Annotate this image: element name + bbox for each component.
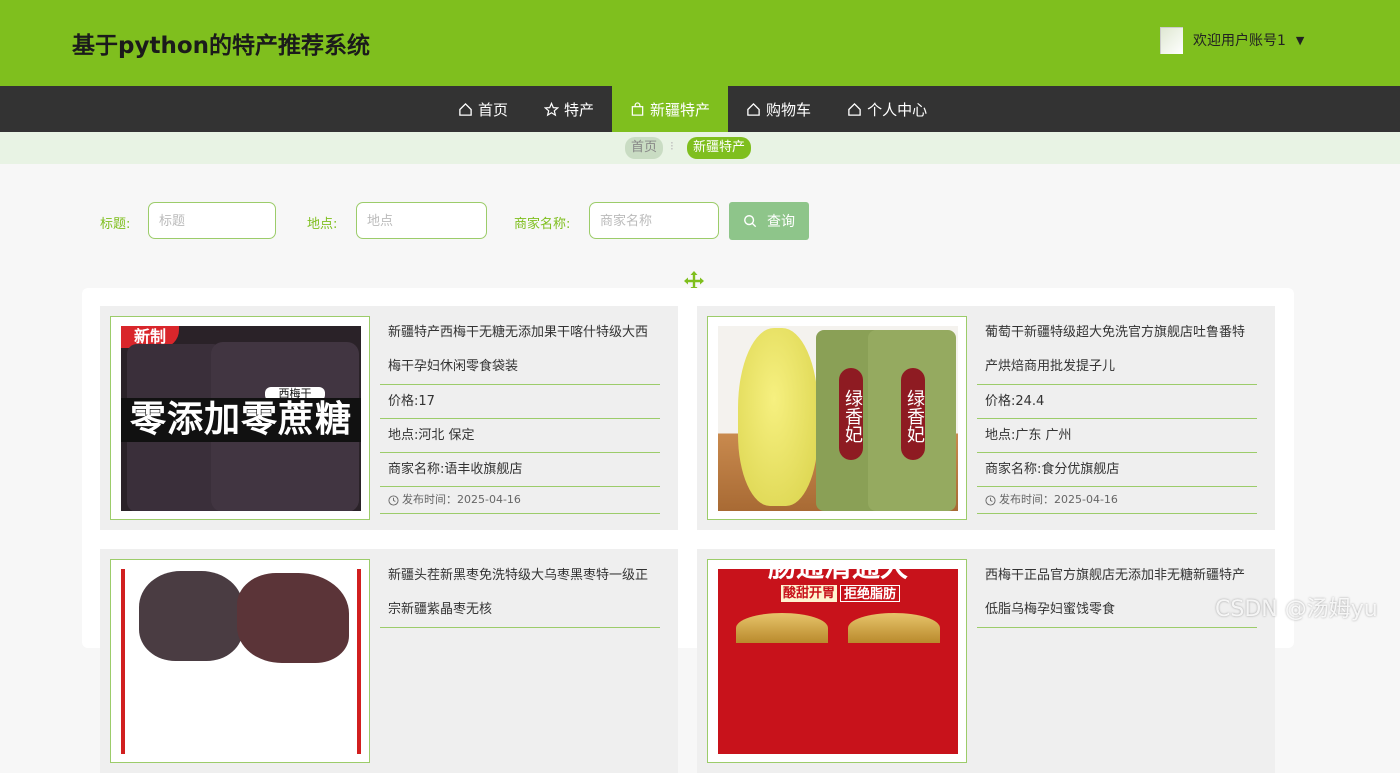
star-icon bbox=[544, 101, 560, 116]
query-label: 查询 bbox=[767, 213, 795, 229]
search-icon bbox=[744, 215, 757, 228]
home-icon bbox=[848, 102, 861, 116]
product-title[interactable]: 新疆特产西梅干无糖无添加果干喀什特级大西梅干孕妇休闲零食袋装 bbox=[380, 316, 660, 385]
product-location: 地点:广东 广州 bbox=[977, 419, 1257, 453]
breadcrumb-current: 新疆特产 bbox=[687, 137, 752, 159]
product-location: 地点:河北 保定 bbox=[380, 419, 660, 453]
product-merchant: 商家名称:食分优旗舰店 bbox=[977, 453, 1257, 487]
product-info: 新疆头茬新黑枣免洗特级大乌枣黑枣特一级正宗新疆紫晶枣无核 bbox=[380, 559, 660, 628]
watermark: CSDN @汤姆yu bbox=[1215, 597, 1378, 622]
product-slogan: 酸甜开胃 bbox=[781, 585, 837, 602]
header: 基于python的特产推荐系统 欢迎用户账号1 ▼ bbox=[0, 0, 1400, 86]
date-shape bbox=[139, 571, 243, 661]
nav-item-specialty[interactable]: 特产 bbox=[526, 86, 612, 132]
user-menu[interactable]: 欢迎用户账号1 ▼ bbox=[1160, 26, 1304, 54]
product-list: 新制 西梅干 零添加零蔗糖 新疆特产西梅干无糖无添加果干喀什特级大西梅干孕妇休闲… bbox=[82, 288, 1294, 773]
home-icon bbox=[747, 102, 760, 116]
nav-item-home[interactable]: 首页 bbox=[440, 86, 526, 132]
can-label: 绿香妃 bbox=[901, 368, 925, 460]
nav-item-label: 首页 bbox=[478, 100, 509, 119]
location-input[interactable] bbox=[356, 202, 487, 239]
nav-item-xinjiang[interactable]: 新疆特产 bbox=[612, 86, 729, 132]
product-card[interactable]: 新制 西梅干 零添加零蔗糖 新疆特产西梅干无糖无添加果干喀什特级大西梅干孕妇休闲… bbox=[100, 306, 678, 530]
product-info: 葡萄干新疆特级超大免洗官方旗舰店吐鲁番特产烘焙商用批发提子儿 价格:24.4 地… bbox=[977, 316, 1257, 514]
jar-lid-shape bbox=[848, 613, 940, 643]
query-button[interactable]: 查询 bbox=[729, 202, 809, 240]
product-price: 价格:24.4 bbox=[977, 385, 1257, 419]
nav-item-label: 个人中心 bbox=[867, 100, 928, 119]
merchant-label: 商家名称: bbox=[514, 217, 571, 232]
breadcrumb-home[interactable]: 首页 bbox=[625, 137, 664, 159]
product-image[interactable]: 肠通清通大 酸甜开胃 拒绝脂肪 bbox=[707, 559, 967, 763]
product-published: 发布时间：2025-04-16 bbox=[977, 487, 1257, 514]
raisin-shape bbox=[738, 328, 818, 506]
product-image[interactable]: 绿香妃 绿香妃 bbox=[707, 316, 967, 520]
product-info: 新疆特产西梅干无糖无添加果干喀什特级大西梅干孕妇休闲零食袋装 价格:17 地点:… bbox=[380, 316, 660, 514]
location-label: 地点: bbox=[307, 217, 338, 232]
can-label: 绿香妃 bbox=[839, 368, 863, 460]
nav-item-cart[interactable]: 购物车 bbox=[728, 86, 829, 132]
published-text: 发布时间：2025-04-16 bbox=[402, 493, 521, 506]
product-merchant: 商家名称:语丰收旗舰店 bbox=[380, 453, 660, 487]
nav-item-label: 特产 bbox=[564, 100, 595, 119]
product-image[interactable] bbox=[110, 559, 370, 763]
published-text: 发布时间：2025-04-16 bbox=[999, 493, 1118, 506]
site-title: 基于python的特产推荐系统 bbox=[72, 33, 371, 59]
product-image[interactable]: 新制 西梅干 零添加零蔗糖 bbox=[110, 316, 370, 520]
home-icon bbox=[459, 102, 472, 116]
nav-item-label: 购物车 bbox=[766, 100, 812, 119]
clock-icon bbox=[388, 494, 399, 506]
title-input[interactable] bbox=[148, 202, 276, 239]
product-published: 发布时间：2025-04-16 bbox=[380, 487, 660, 514]
title-label: 标题: bbox=[100, 217, 131, 232]
product-price: 价格:17 bbox=[380, 385, 660, 419]
welcome-text[interactable]: 欢迎用户账号1 bbox=[1193, 30, 1286, 50]
product-slogan: 拒绝脂肪 bbox=[840, 585, 900, 602]
caret-down-icon[interactable]: ▼ bbox=[1296, 34, 1304, 47]
merchant-input[interactable] bbox=[589, 202, 719, 239]
nav-item-profile[interactable]: 个人中心 bbox=[829, 86, 945, 132]
clock-icon bbox=[985, 494, 996, 506]
nav-item-label: 新疆特产 bbox=[650, 100, 711, 119]
breadcrumb-separator: ⁝ bbox=[670, 139, 674, 153]
product-title[interactable]: 新疆头茬新黑枣免洗特级大乌枣黑枣特一级正宗新疆紫晶枣无核 bbox=[380, 559, 660, 628]
product-card[interactable]: 新疆头茬新黑枣免洗特级大乌枣黑枣特一级正宗新疆紫晶枣无核 bbox=[100, 549, 678, 773]
product-card[interactable]: 绿香妃 绿香妃 葡萄干新疆特级超大免洗官方旗舰店吐鲁番特产烘焙商用批发提子儿 价… bbox=[697, 306, 1275, 530]
main-nav: 首页 特产 新疆特产 购物车 个人中心 bbox=[0, 86, 1400, 132]
jar-lid-shape bbox=[736, 613, 828, 643]
date-shape bbox=[237, 573, 349, 663]
product-headline: 肠通清通大 bbox=[718, 569, 958, 581]
avatar[interactable] bbox=[1160, 26, 1183, 54]
product-banner: 零添加零蔗糖 bbox=[121, 398, 361, 442]
product-title[interactable]: 葡萄干新疆特级超大免洗官方旗舰店吐鲁番特产烘焙商用批发提子儿 bbox=[977, 316, 1257, 385]
product-card[interactable]: 肠通清通大 酸甜开胃 拒绝脂肪 西梅干正品官方旗舰店无添加非无糖新疆特产低脂乌梅… bbox=[697, 549, 1275, 773]
bag-icon bbox=[631, 101, 644, 116]
